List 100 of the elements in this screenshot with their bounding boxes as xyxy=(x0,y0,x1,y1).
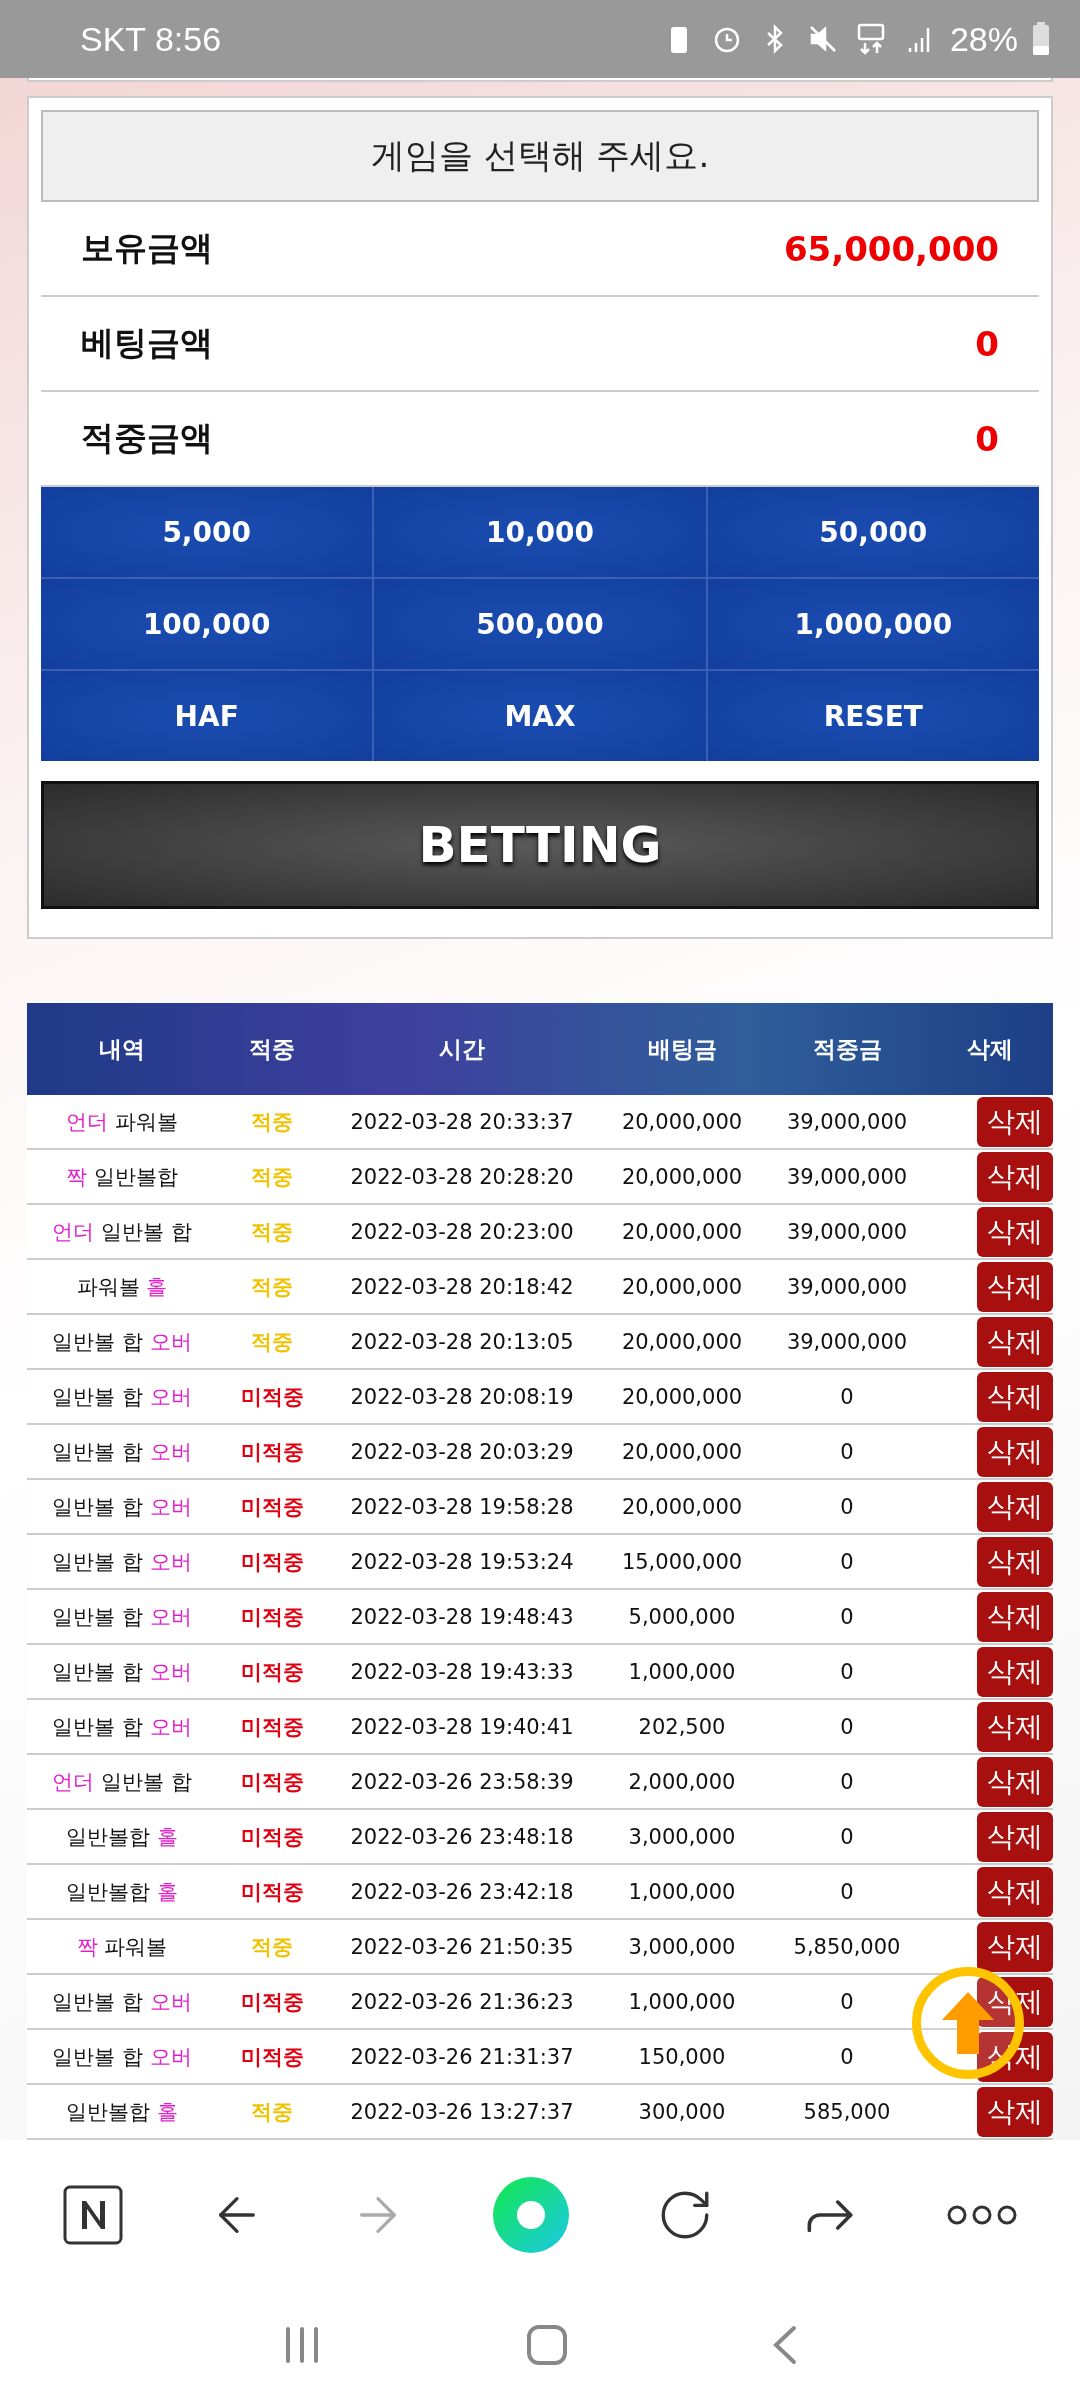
column-header: 내역 xyxy=(98,1034,146,1064)
table-cell-text: 일반볼 합 오버 xyxy=(51,2043,193,2071)
delete-button[interactable]: 삭제 xyxy=(977,1811,1053,1862)
delete-button[interactable]: 삭제 xyxy=(977,1866,1053,1917)
column-header: 삭제 xyxy=(966,1034,1014,1064)
table-cell-text: 0 xyxy=(839,1439,855,1464)
delete-button[interactable]: 삭제 xyxy=(977,1096,1053,1147)
betting-button[interactable]: BETTING xyxy=(41,781,1039,909)
amount-value: 0 xyxy=(975,323,999,364)
result-cell-text: 적중 xyxy=(250,1108,294,1136)
delete-button[interactable]: 삭제 xyxy=(977,1206,1053,1257)
table-cell-text: 39,000,000 xyxy=(785,1329,909,1354)
table-cell-text: 202,500 xyxy=(637,1714,727,1739)
table-cell-text: 언더 일반볼 합 xyxy=(51,1218,193,1246)
table-cell-text: 300,000 xyxy=(637,2099,727,2124)
table-cell-text: 0 xyxy=(839,1549,855,1574)
table-cell-text: 2022-03-26 21:36:23 xyxy=(349,1989,575,2014)
result-cell-text: 미적중 xyxy=(239,1383,305,1411)
delete-button[interactable]: 삭제 xyxy=(977,1316,1053,1367)
amount-label: 적중금액 xyxy=(81,417,213,459)
table-cell-text: 일반볼합 홀 xyxy=(65,1823,179,1851)
table-cell-text: 언더 파워볼 xyxy=(65,1108,179,1136)
table-cell-text: 일반볼 합 오버 xyxy=(51,1713,193,1741)
result-cell-text: 미적중 xyxy=(239,1603,305,1631)
amount-button[interactable]: 5,000 xyxy=(41,487,373,577)
table-cell-text: 0 xyxy=(839,1989,855,2014)
back-nav-icon[interactable] xyxy=(772,2325,798,2365)
delete-button[interactable]: 삭제 xyxy=(977,1921,1053,1972)
column-header: 적중금 xyxy=(811,1034,883,1064)
result-cell-text: 적중 xyxy=(250,1218,294,1246)
table-cell-text: 20,000,000 xyxy=(620,1384,744,1409)
amount-value: 0 xyxy=(975,418,999,459)
more-icon[interactable] xyxy=(947,2205,1018,2225)
table-cell-text: 0 xyxy=(839,1824,855,1849)
table-cell-text: 2,000,000 xyxy=(627,1769,737,1794)
table-cell-text: 일반볼 합 오버 xyxy=(51,1383,193,1411)
table-cell-text: 2022-03-28 20:03:29 xyxy=(349,1439,575,1464)
table-cell-text: 20,000,000 xyxy=(620,1164,744,1189)
table-cell-text: 3,000,000 xyxy=(627,1934,737,1959)
amount-button[interactable]: 50,000 xyxy=(707,487,1039,577)
delete-button[interactable]: 삭제 xyxy=(977,1646,1053,1697)
delete-button[interactable]: 삭제 xyxy=(977,1591,1053,1642)
table-cell-text: 2022-03-28 20:13:05 xyxy=(349,1329,575,1354)
amount-button[interactable]: HAF xyxy=(41,671,373,761)
result-cell-text: 적중 xyxy=(250,2098,294,2126)
delete-button[interactable]: 삭제 xyxy=(977,1261,1053,1312)
table-cell-text: 39,000,000 xyxy=(785,1274,909,1299)
table-cell-text: 0 xyxy=(839,1604,855,1629)
table-cell-text: 2022-03-28 20:28:20 xyxy=(349,1164,575,1189)
table-cell-text: 2022-03-28 20:23:00 xyxy=(349,1219,575,1244)
delete-button[interactable]: 삭제 xyxy=(977,1701,1053,1752)
result-cell-text: 미적중 xyxy=(239,1548,305,1576)
table-cell-text: 일반볼 합 오버 xyxy=(51,1438,193,1466)
table-cell-text: 일반볼 합 오버 xyxy=(51,1328,193,1356)
table-cell-text: 20,000,000 xyxy=(620,1219,744,1244)
table-cell-text: 2022-03-28 19:43:33 xyxy=(349,1659,575,1684)
result-cell-text: 미적중 xyxy=(239,1988,305,2016)
delete-button[interactable]: 삭제 xyxy=(977,1536,1053,1587)
table-cell-text: 2022-03-28 19:48:43 xyxy=(349,1604,575,1629)
amount-button[interactable]: MAX xyxy=(374,671,706,761)
table-cell-text: 파워볼 홀 xyxy=(75,1273,169,1301)
table-cell-text: 짝 일반볼합 xyxy=(65,1163,179,1191)
table-cell-text: 일반볼 합 오버 xyxy=(51,1988,193,2016)
amount-button[interactable]: 10,000 xyxy=(374,487,706,577)
delete-button[interactable]: 삭제 xyxy=(977,1481,1053,1532)
result-cell-text: 적중 xyxy=(250,1163,294,1191)
amount-button[interactable]: 100,000 xyxy=(41,579,373,669)
table-cell-text: 일반볼 합 오버 xyxy=(51,1658,193,1686)
amount-label: 베팅금액 xyxy=(81,322,213,364)
table-cell-text: 0 xyxy=(839,1769,855,1794)
delete-button[interactable]: 삭제 xyxy=(977,1426,1053,1477)
amount-value: 65,000,000 xyxy=(783,228,999,269)
table-cell-text: 20,000,000 xyxy=(620,1274,744,1299)
table-cell-text: 0 xyxy=(839,1494,855,1519)
n-logo-icon[interactable] xyxy=(62,2185,123,2245)
carrier-time: SKT 8:56 xyxy=(80,19,222,59)
result-cell-text: 미적중 xyxy=(239,1493,305,1521)
table-cell-text: 2022-03-28 20:08:19 xyxy=(349,1384,575,1409)
delete-button[interactable]: 삭제 xyxy=(977,2086,1053,2137)
table-cell-text: 2022-03-26 23:42:18 xyxy=(349,1879,575,1904)
delete-button[interactable]: 삭제 xyxy=(977,1151,1053,1202)
result-cell-text: 적중 xyxy=(250,1328,294,1356)
table-cell-text: 1,000,000 xyxy=(627,1659,737,1684)
amount-button[interactable]: 500,000 xyxy=(374,579,706,669)
home-icon[interactable] xyxy=(526,2324,568,2366)
delete-button[interactable]: 삭제 xyxy=(977,1756,1053,1807)
table-cell-text: 1,000,000 xyxy=(627,1989,737,2014)
amount-button[interactable]: 1,000,000 xyxy=(707,579,1039,669)
amount-button[interactable]: RESET xyxy=(707,671,1039,761)
table-cell-text: 짝 파워볼 xyxy=(75,1933,169,1961)
battery-icon xyxy=(1032,22,1050,56)
table-cell-text: 2022-03-26 21:31:37 xyxy=(349,2044,575,2069)
table-cell-text: 2022-03-28 20:33:37 xyxy=(349,1109,575,1134)
delete-button[interactable]: 삭제 xyxy=(977,1371,1053,1422)
amount-label: 보유금액 xyxy=(81,227,213,269)
table-cell-text: 20,000,000 xyxy=(620,1329,744,1354)
column-header: 배팅금 xyxy=(646,1034,718,1064)
table-cell-text: 2022-03-26 23:58:39 xyxy=(349,1769,575,1794)
table-cell-text: 39,000,000 xyxy=(785,1109,909,1134)
result-cell-text: 미적중 xyxy=(239,1823,305,1851)
